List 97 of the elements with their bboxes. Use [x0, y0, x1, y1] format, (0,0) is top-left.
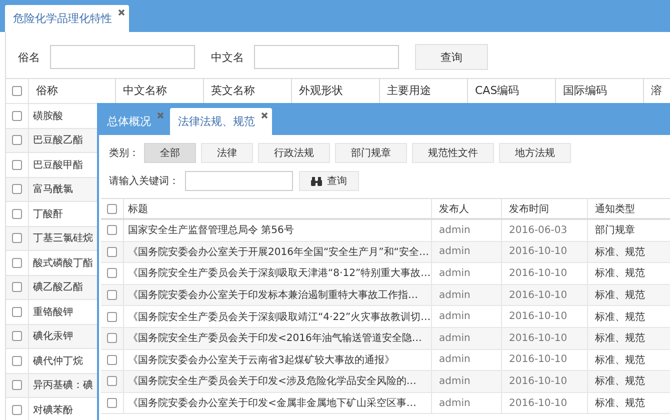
checkbox[interactable] [12, 331, 22, 342]
table-cell: 《国务院安全生产委员会关于印发<涉及危险化学品安全风险的… [124, 371, 432, 392]
field-label: 俗名 [18, 50, 40, 64]
close-icon[interactable] [118, 9, 125, 16]
checkbox[interactable] [107, 246, 117, 257]
checkbox[interactable] [107, 312, 117, 322]
checkbox[interactable] [12, 110, 22, 121]
category-button[interactable]: 法律 [201, 143, 253, 163]
table-cell: 《国务院安委会办公室关于印发标本兼治遏制重特大事故工作指… [124, 284, 432, 306]
checkbox[interactable] [12, 404, 22, 415]
checkbox[interactable] [107, 333, 117, 344]
table-cell: 2016-10-10 [502, 263, 588, 284]
checkbox[interactable] [107, 290, 117, 300]
field-label: 中文名 [211, 50, 244, 64]
search-field[interactable] [254, 45, 399, 69]
table-cell: 2016-10-10 [502, 392, 588, 414]
table-cell: 国家安全生产监督管理总局令 第56号 [124, 220, 432, 241]
table-cell: admin [432, 350, 502, 370]
search-button[interactable]: 查询 [299, 171, 359, 191]
table-cell-text: 巴豆酸甲酯 [32, 158, 83, 172]
checkbox[interactable] [107, 376, 117, 386]
column-header: 标题 [124, 199, 432, 218]
table-cell: 《国务院安委会办公室关于开展2016年全国“安全生产月”和“安全… [124, 242, 432, 262]
table-cell: 《国务院安全生产委员会关于深刻吸取天津港“8·12”特别重大事故… [124, 263, 432, 284]
table-cell: admin [432, 242, 502, 262]
table-cell-text: 部门规章 [594, 224, 636, 238]
table-cell: 《国务院安委会办公室关于云南省3起煤矿较大事故的通报》 [124, 350, 432, 370]
table-cell-text: 碘代仲丁烷 [32, 354, 83, 368]
checkbox[interactable] [107, 354, 117, 365]
table-cell: 《国务院安全生产委员会关于印发<2016年油气输送管道安全隐… [124, 328, 432, 349]
category-button[interactable]: 地方法规 [499, 143, 571, 163]
table-cell-text: 丁酸酐 [32, 208, 63, 221]
category-button[interactable]: 行政法规 [258, 143, 330, 163]
search-field[interactable] [50, 45, 195, 69]
table-cell: 2016-10-10 [502, 350, 588, 370]
category-button[interactable]: 部门规章 [335, 143, 407, 163]
table-cell-text: 磺胺酸 [32, 110, 63, 123]
table-cell: 2016-10-10 [502, 328, 588, 349]
category-button[interactable]: 全部 [144, 143, 196, 163]
table-cell-text: 标准、规范 [594, 246, 646, 260]
table-cell-text: 巴豆酸乙酯 [32, 134, 83, 148]
column-header: 通知类型 [594, 202, 636, 216]
table-cell: admin [432, 220, 502, 241]
table-cell: 2016-10-10 [502, 284, 588, 306]
checkbox[interactable] [12, 380, 22, 390]
table-cell-text: 标准、规范 [594, 310, 646, 325]
table-cell-text: 标准、规范 [594, 354, 646, 368]
table-cell-text: 标准、规范 [594, 332, 646, 346]
tab[interactable]: 法律法规、规范 [170, 108, 272, 135]
table-cell-text: 标准、规范 [594, 266, 646, 282]
table-cell-text: 异丙基碘：碘 [32, 378, 93, 392]
table-cell: 2016-10-10 [502, 242, 588, 262]
checkbox[interactable] [107, 268, 117, 278]
checkbox[interactable] [12, 184, 22, 194]
table-cell: admin [432, 371, 502, 392]
table-cell: 2016-10-10 [502, 371, 588, 392]
table-cell-text: 富马酰氯 [32, 182, 73, 196]
close-icon[interactable] [261, 112, 268, 119]
table-cell: admin [432, 263, 502, 284]
category-label: 类别： [109, 146, 139, 160]
table-cell-text: 标准、规范 [594, 374, 646, 390]
checkbox[interactable] [107, 398, 117, 408]
table-cell-text: 酸式磷酸丁酯 [32, 256, 93, 270]
checkbox[interactable] [12, 160, 22, 170]
column-header: 发布人 [432, 199, 502, 218]
table-cell: 《国务院安委会办公室关于印发<金属非金属地下矿山采空区事… [124, 392, 432, 414]
checkbox[interactable] [12, 356, 22, 366]
keyword-field[interactable] [185, 171, 293, 191]
search-button[interactable]: 查询 [415, 44, 488, 70]
table-cell: admin [432, 392, 502, 414]
table-cell-text: 对碘苯酚 [32, 404, 73, 417]
page-tab[interactable]: 危险化学品理化特性 [5, 5, 129, 32]
keyword-label: 请输入关键词： [109, 174, 179, 188]
binoculars-icon [311, 176, 322, 186]
table-cell: admin [432, 306, 502, 327]
table-cell: 2016-10-10 [502, 306, 588, 327]
table-cell-text: 碘乙酸乙酯 [32, 280, 83, 294]
table-cell: admin [432, 328, 502, 349]
table-cell-text: 重铬酸钾 [32, 306, 73, 319]
checkbox[interactable] [12, 135, 22, 146]
table-cell: admin [432, 284, 502, 306]
checkbox[interactable] [12, 86, 22, 96]
category-button[interactable]: 规范性文件 [412, 143, 494, 163]
table-cell-text: 碘化汞钾 [32, 330, 73, 344]
checkbox[interactable] [12, 258, 22, 268]
checkbox[interactable] [12, 233, 22, 244]
table-cell: 《国务院安全生产委员会关于深刻吸取靖江“4·22”火灾事故教训切… [124, 306, 432, 327]
table-cell-text: 标准、规范 [594, 396, 646, 412]
checkbox[interactable] [12, 306, 22, 317]
checkbox[interactable] [12, 208, 22, 219]
checkbox[interactable] [107, 225, 117, 236]
checkbox[interactable] [107, 204, 117, 214]
column-header: 发布时间 [502, 199, 588, 218]
table-cell: 2016-06-03 [502, 220, 588, 241]
table-cell-text: 丁基三氯硅烷 [32, 232, 93, 246]
table-cell-text: 标准、规范 [594, 288, 646, 304]
checkbox[interactable] [12, 282, 22, 292]
